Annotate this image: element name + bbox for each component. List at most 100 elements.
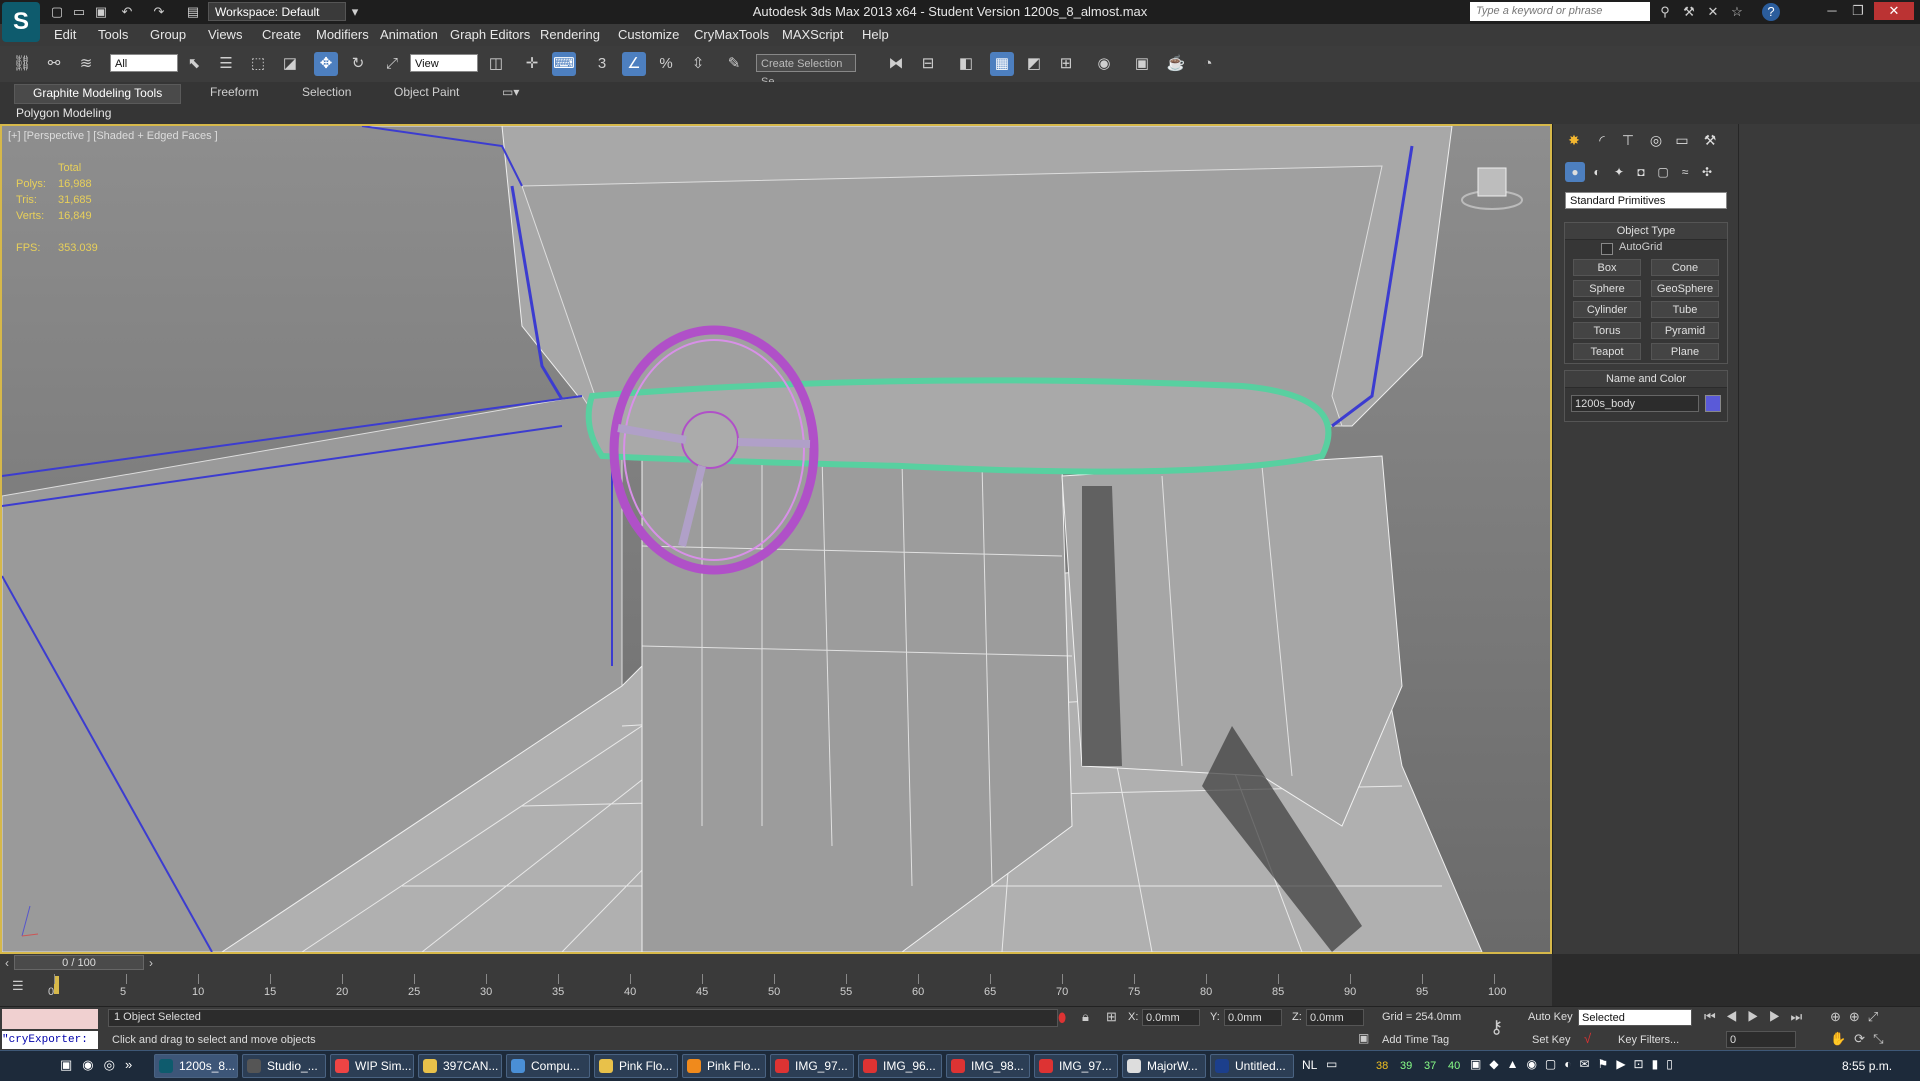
maxscript-listener-top[interactable] <box>2 1009 98 1029</box>
rendered-frame-window-icon[interactable]: ☕ <box>1164 52 1188 76</box>
torus-button[interactable]: Torus <box>1573 322 1641 339</box>
taskbar-item-img-3[interactable]: IMG_98... <box>946 1054 1030 1078</box>
name-and-color-header[interactable]: Name and Color <box>1565 371 1727 388</box>
sphere-button[interactable]: Sphere <box>1573 280 1641 297</box>
subscription-icon[interactable]: ⚒ <box>1680 3 1698 21</box>
lights-icon[interactable]: ✦ <box>1609 162 1629 182</box>
search-input[interactable]: Type a keyword or phrase <box>1470 2 1650 21</box>
cone-button[interactable]: Cone <box>1651 259 1719 276</box>
key-curve-icon[interactable]: √ <box>1584 1031 1591 1046</box>
taskbar-item-img-4[interactable]: IMG_97... <box>1034 1054 1118 1078</box>
named-selection-dropdown[interactable]: Create Selection Se <box>756 54 856 88</box>
taskbar-item-img-2[interactable]: IMG_96... <box>858 1054 942 1078</box>
select-and-move-icon[interactable]: ✥ <box>314 52 338 76</box>
menu-customize[interactable]: Customize <box>618 27 679 42</box>
hierarchy-tab-icon[interactable]: ⊤ <box>1617 129 1639 151</box>
motion-tab-icon[interactable]: ◎ <box>1645 129 1667 151</box>
geosphere-button[interactable]: GeoSphere <box>1651 280 1719 297</box>
taskbar-item-3dsmax[interactable]: 1200s_8... <box>154 1054 238 1078</box>
time-slider[interactable]: ‹ 0 / 100 › <box>0 954 1552 972</box>
y-coordinate-field[interactable]: 0.0mm <box>1224 1009 1282 1026</box>
cameras-icon[interactable]: ◘ <box>1631 162 1651 182</box>
viewport-label[interactable]: [+] [Perspective ] [Shaded + Edged Faces… <box>8 130 218 142</box>
shapes-icon[interactable]: ◐ <box>1587 162 1607 182</box>
x-coordinate-field[interactable]: 0.0mm <box>1142 1009 1200 1026</box>
perspective-viewport[interactable]: [+] [Perspective ] [Shaded + Edged Faces… <box>0 124 1552 954</box>
primitive-category-dropdown[interactable]: Standard Primitives <box>1565 192 1727 209</box>
cylinder-button[interactable]: Cylinder <box>1573 301 1641 318</box>
menu-graph-editors[interactable]: Graph Editors <box>450 27 530 42</box>
object-type-header[interactable]: Object Type <box>1565 223 1727 240</box>
object-color-swatch[interactable] <box>1705 395 1721 412</box>
create-tab-icon[interactable]: ✸ <box>1563 129 1585 151</box>
curve-editor-icon[interactable]: ◩ <box>1022 52 1046 76</box>
plane-button[interactable]: Plane <box>1651 343 1719 360</box>
render-production-icon[interactable]: ◔ <box>1196 52 1220 76</box>
selection-filter-dropdown[interactable]: All <box>110 54 178 72</box>
menu-edit[interactable]: Edit <box>54 27 76 42</box>
favorites-star-icon[interactable]: ☆ <box>1728 3 1746 21</box>
unlink-icon[interactable]: ⚯ <box>42 52 66 76</box>
schematic-view-icon[interactable]: ⊞ <box>1054 52 1078 76</box>
autogrid-checkbox[interactable] <box>1601 243 1613 255</box>
taskbar-item-studio[interactable]: Studio_... <box>242 1054 326 1078</box>
current-frame-field[interactable]: 0 <box>1726 1031 1796 1048</box>
maximize-icon[interactable]: ❐ <box>1846 2 1870 20</box>
object-name-field[interactable]: 1200s_body <box>1571 395 1699 412</box>
menu-modifiers[interactable]: Modifiers <box>316 27 369 42</box>
key-icon[interactable]: ⚷ <box>1490 1017 1503 1038</box>
taskbar-item-chrome[interactable]: WIP Sim... <box>330 1054 414 1078</box>
app-logo-icon[interactable]: S <box>2 2 40 42</box>
spacewarps-icon[interactable]: ≈ <box>1675 162 1695 182</box>
tab-freeform[interactable]: Freeform <box>210 85 259 99</box>
track-bar[interactable]: ☰ 0 5 10 15 20 25 30 35 40 45 50 55 60 65 70 75 80 85 90 95… <box>0 972 1552 1006</box>
keyboard-shortcut-override-icon[interactable]: ⌨ <box>552 52 576 76</box>
mirror-icon[interactable]: ⧓ <box>884 52 908 76</box>
taskbar-item-folder[interactable]: 397CAN... <box>418 1054 502 1078</box>
tab-selection[interactable]: Selection <box>302 85 351 99</box>
maxscript-listener-bottom[interactable]: "cryExporter: <box>2 1031 98 1049</box>
key-mode-dropdown[interactable]: Selected <box>1578 1009 1692 1026</box>
time-tag-icon[interactable]: ▣ <box>1358 1031 1369 1045</box>
undo-icon[interactable]: ↶ <box>118 3 136 21</box>
communication-icon[interactable]: ✕ <box>1704 3 1722 21</box>
help-icon[interactable]: ? <box>1762 3 1780 21</box>
select-and-scale-icon[interactable]: ⤢ <box>380 52 404 76</box>
rectangular-selection-icon[interactable]: ⬚ <box>246 52 270 76</box>
close-icon[interactable]: ✕ <box>1874 2 1914 20</box>
taskbar-item-computer[interactable]: Compu... <box>506 1054 590 1078</box>
pivot-center-icon[interactable]: ◫ <box>484 52 508 76</box>
system-tray-icons[interactable]: ▣◆▲◉▢◐✉⚑▶⊡▮▯ <box>1470 1057 1681 1071</box>
material-editor-icon[interactable]: ◉ <box>1092 52 1116 76</box>
language-indicator[interactable]: NL <box>1302 1058 1317 1072</box>
render-setup-icon[interactable]: ▣ <box>1130 52 1154 76</box>
percent-snap-icon[interactable]: % <box>654 52 678 76</box>
angle-snap-icon[interactable]: ∠ <box>622 52 646 76</box>
select-object-icon[interactable]: ⬉ <box>182 52 206 76</box>
next-frame-icon[interactable]: › <box>144 956 158 970</box>
utilities-tab-icon[interactable]: ⚒ <box>1699 129 1721 151</box>
box-button[interactable]: Box <box>1573 259 1641 276</box>
isolate-icon[interactable]: ⬮ <box>1058 1010 1066 1026</box>
new-file-icon[interactable]: ▢ <box>48 3 66 21</box>
select-and-manipulate-icon[interactable]: ✛ <box>520 52 544 76</box>
tray-app-icon[interactable]: ▭ <box>1326 1057 1337 1071</box>
modify-tab-icon[interactable]: ◜ <box>1591 129 1613 151</box>
tube-button[interactable]: Tube <box>1651 301 1719 318</box>
playback-controls[interactable]: ⏮◀▶▶⏭ <box>1704 1009 1812 1025</box>
workspace-dropdown[interactable]: Workspace: Default <box>208 2 346 21</box>
taskbar-item-majorw[interactable]: MajorW... <box>1122 1054 1206 1078</box>
time-slider-thumb[interactable]: 0 / 100 <box>14 955 144 970</box>
z-coordinate-field[interactable]: 0.0mm <box>1306 1009 1364 1026</box>
binoculars-icon[interactable]: ⚲ <box>1656 3 1674 21</box>
minimize-icon[interactable]: ─ <box>1820 2 1844 20</box>
layer-manager-icon[interactable]: ◧ <box>954 52 978 76</box>
set-key-button[interactable]: Set Key <box>1532 1034 1571 1046</box>
selection-lock-icon[interactable]: 🔒︎ <box>1082 1009 1089 1025</box>
menu-create[interactable]: Create <box>262 27 301 42</box>
display-tab-icon[interactable]: ▭ <box>1671 129 1693 151</box>
taskbar-item-img-1[interactable]: IMG_97... <box>770 1054 854 1078</box>
panel-polygon-modeling[interactable]: Polygon Modeling <box>16 106 111 120</box>
tab-object-paint[interactable]: Object Paint <box>394 85 459 99</box>
select-and-rotate-icon[interactable]: ↻ <box>346 52 370 76</box>
